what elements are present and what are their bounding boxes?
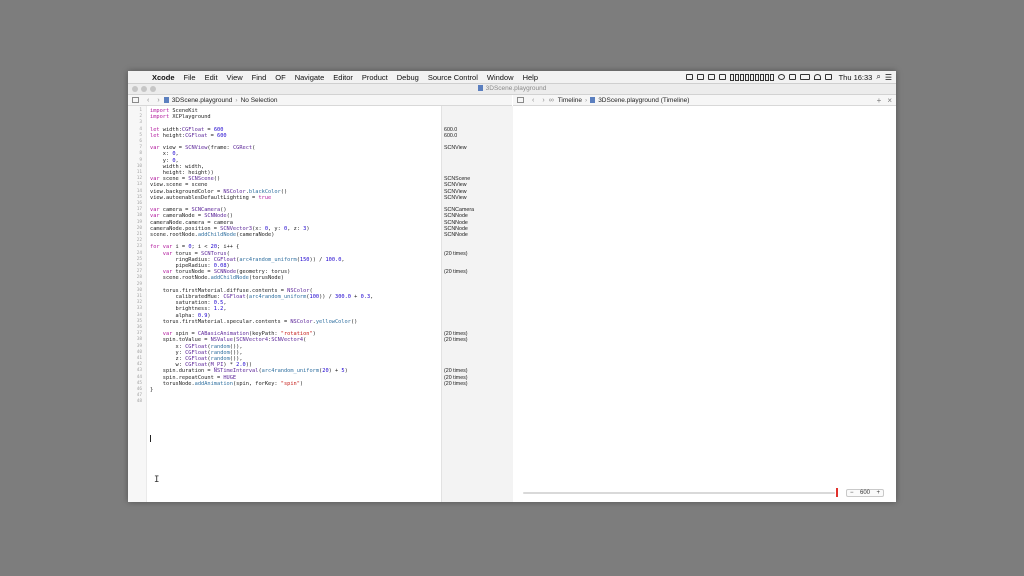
forward-chevron-icon[interactable]: › [542,97,544,104]
menu-file[interactable]: File [184,73,196,82]
window-title-text: 3DScene.playground [485,85,547,92]
playground-file-icon [163,97,169,103]
related-items-icon[interactable] [517,97,524,103]
menu-clock[interactable]: Thu 16:33 [839,73,873,82]
code-line[interactable]: scene.rootNode.addChildNode(cameraNode) [150,232,274,238]
menu-bar: Xcode File Edit View Find OF Navigate Ed… [128,71,896,84]
status-item-icon[interactable] [696,74,704,80]
jump-bar-file[interactable]: 3DScene.playground [172,97,233,104]
jump-bar-selection[interactable]: No Selection [241,97,278,104]
status-item-icon[interactable] [685,74,693,80]
result-value[interactable]: (20 times) [444,381,468,387]
status-meter-icon[interactable] [729,73,774,81]
window-title: 3DScene.playground [128,85,896,92]
result-value[interactable]: SCNView [444,145,467,151]
path-separator-icon: › [585,96,588,104]
code-editor[interactable]: 1 2 3 4 5 6 7 8 9 10 11 12 13 14 15 16 17 18 19 20 21 22 23 24 2… [128,106,513,502]
menu-navigate[interactable]: Navigate [295,73,325,82]
mail-icon[interactable] [707,74,715,80]
menu-view[interactable]: View [227,73,243,82]
timeline-file[interactable]: 3DScene.playground (Timeline) [598,97,689,104]
timeline-scrubber-handle[interactable] [836,488,838,497]
assistant-link-icon[interactable]: ∞ [549,97,554,104]
timeline-scrubber[interactable] [523,492,835,494]
status-item-icon[interactable] [718,74,726,80]
menu-app-name[interactable]: Xcode [152,73,175,82]
window-title-bar: 3DScene.playground [128,84,896,95]
editor-jump-bar: ‹ › 3DScene.playground › No Selection [128,95,512,106]
result-value[interactable]: SCNNode [444,232,468,238]
time-machine-icon[interactable] [777,74,785,80]
menu-find[interactable]: Find [252,73,267,82]
code-line[interactable]: } [150,387,153,393]
close-editor-icon[interactable]: × [887,96,892,105]
menu-of[interactable]: OF [275,73,285,82]
timeline-mode[interactable]: Timeline [558,97,582,104]
code-line[interactable]: let height:CGFloat = 600 [150,133,227,139]
result-value[interactable]: (20 times) [444,269,468,275]
battery-icon[interactable] [799,74,810,80]
line-number-gutter: 1 2 3 4 5 6 7 8 9 10 11 12 13 14 15 16 17 18 19 20 21 22 23 24 2… [128,106,147,502]
results-sidebar [441,106,513,502]
forward-chevron-icon[interactable]: › [157,97,159,104]
related-items-icon[interactable] [132,97,139,103]
ibeam-cursor-icon: I [154,475,160,485]
menu-window[interactable]: Window [487,73,514,82]
result-value[interactable]: SCNView [444,195,467,201]
add-editor-icon[interactable]: + [877,96,882,105]
timeline-duration-stepper[interactable]: − 600 + [846,489,884,497]
spotlight-search-icon[interactable]: ⌕ [876,72,880,82]
timeline-tools: + × [877,95,892,105]
menu-product[interactable]: Product [362,73,388,82]
timeline-pane: − 600 + [513,106,896,502]
code-line[interactable]: import XCPlayground [150,114,211,120]
bluetooth-icon[interactable] [788,74,796,80]
menu-source-control[interactable]: Source Control [428,73,478,82]
timeline-jump-bar: ‹ › ∞ Timeline › 3DScene.playground (Tim… [513,95,896,106]
result-value[interactable]: (20 times) [444,337,468,343]
code-line[interactable]: torus.firstMaterial.specular.contents = … [150,319,358,325]
status-area: Thu 16:33 ⌕ ☰ [685,71,892,83]
timeline-duration-value[interactable]: 600 [860,490,870,496]
menu-help[interactable]: Help [523,73,538,82]
stepper-minus-icon[interactable]: − [850,490,854,496]
stepper-plus-icon[interactable]: + [876,490,880,496]
line-number: 48 [136,399,142,405]
menu-debug[interactable]: Debug [397,73,419,82]
playground-file-icon [590,97,596,103]
menu-edit[interactable]: Edit [205,73,218,82]
wifi-icon[interactable] [813,74,821,80]
path-separator-icon: › [235,96,238,104]
playground-file-icon [477,85,483,91]
code-line[interactable]: torusNode.addAnimation(spin, forKey: "sp… [150,381,303,387]
notification-center-icon[interactable]: ☰ [885,73,892,82]
xcode-window: Xcode File Edit View Find OF Navigate Ed… [128,71,896,502]
back-chevron-icon[interactable]: ‹ [147,97,149,104]
text-cursor [150,435,151,442]
code-line[interactable]: view.autoenablesDefaultLighting = true [150,195,271,201]
result-value[interactable]: (20 times) [444,251,468,257]
code-line[interactable]: scene.rootNode.addChildNode(torusNode) [150,275,284,281]
volume-icon[interactable] [824,74,832,80]
result-value[interactable]: 600.0 [444,133,457,139]
menu-editor[interactable]: Editor [333,73,353,82]
back-chevron-icon[interactable]: ‹ [532,97,534,104]
